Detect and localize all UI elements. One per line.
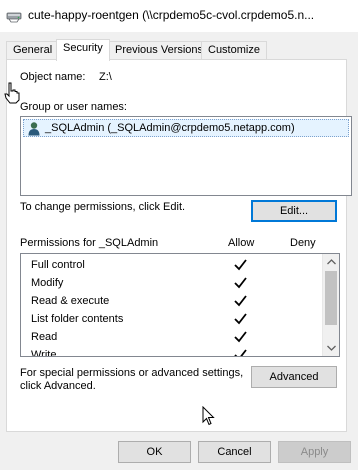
- tab-customize[interactable]: Customize: [201, 41, 267, 60]
- group-users-list[interactable]: _SQLAdmin (_SQLAdmin@crpdemo5.netapp.com…: [20, 116, 352, 196]
- ok-button[interactable]: OK: [118, 441, 191, 463]
- advanced-button[interactable]: Advanced: [251, 366, 337, 388]
- tab-general[interactable]: General: [6, 41, 60, 60]
- permission-row-list-folder: List folder contents: [31, 310, 339, 328]
- permission-row-modify: Modify: [31, 274, 339, 292]
- edit-button[interactable]: Edit...: [251, 200, 337, 222]
- permission-name: Write: [31, 349, 57, 357]
- permission-row-read: Read: [31, 328, 339, 346]
- advanced-hint-line1: For special permissions or advanced sett…: [20, 367, 244, 379]
- group-users-label: Group or user names:: [20, 101, 127, 113]
- window-title: cute-happy-roentgen (\\crpdemo5c-cvol.cr…: [28, 8, 315, 22]
- advanced-hint-line2: click Advanced.: [20, 380, 96, 392]
- permission-name: Read & execute: [31, 295, 110, 307]
- edit-hint: To change permissions, click Edit.: [20, 201, 186, 213]
- permission-name: List folder contents: [31, 313, 124, 325]
- scroll-down-icon[interactable]: [323, 339, 339, 356]
- deny-column-header: Deny: [290, 237, 316, 249]
- permissions-list[interactable]: Full control Modify Read & execute List …: [20, 253, 340, 357]
- permission-row-read-execute: Read & execute: [31, 292, 339, 310]
- apply-button[interactable]: Apply: [278, 441, 351, 463]
- permission-name: Read: [31, 331, 58, 343]
- security-panel: Object name: Z:\ Group or user names: _S…: [6, 59, 352, 432]
- scroll-thumb[interactable]: [325, 271, 337, 325]
- permissions-scrollbar[interactable]: [322, 254, 339, 356]
- check-icon: [234, 349, 247, 356]
- permissions-header: Permissions for _SQLAdmin: [20, 237, 159, 249]
- check-icon: [234, 277, 247, 289]
- tab-previous-versions[interactable]: Previous Versions: [108, 41, 211, 60]
- list-item[interactable]: _SQLAdmin (_SQLAdmin@crpdemo5.netapp.com…: [23, 119, 349, 137]
- scroll-up-icon[interactable]: [323, 254, 339, 271]
- user-name: _SQLAdmin (_SQLAdmin@crpdemo5.netapp.com…: [45, 122, 295, 134]
- drive-icon: [6, 12, 22, 23]
- user-icon: [28, 122, 40, 136]
- check-icon: [234, 313, 247, 325]
- permission-row-write: Write: [31, 346, 339, 357]
- arrow-cursor-icon: [202, 406, 215, 426]
- permission-name: Modify: [31, 277, 64, 289]
- hand-cursor-icon: [4, 82, 20, 104]
- tab-security[interactable]: Security: [56, 39, 110, 61]
- allow-column-header: Allow: [228, 237, 255, 249]
- object-name-label: Object name:: [20, 71, 86, 83]
- permission-name: Full control: [31, 259, 85, 271]
- title-bar: cute-happy-roentgen (\\crpdemo5c-cvol.cr…: [0, 0, 358, 32]
- permission-row-full-control: Full control: [31, 256, 339, 274]
- object-name-value: Z:\: [99, 71, 112, 83]
- check-icon: [234, 259, 247, 271]
- check-icon: [234, 331, 247, 343]
- cancel-button[interactable]: Cancel: [198, 441, 271, 463]
- check-icon: [234, 295, 247, 307]
